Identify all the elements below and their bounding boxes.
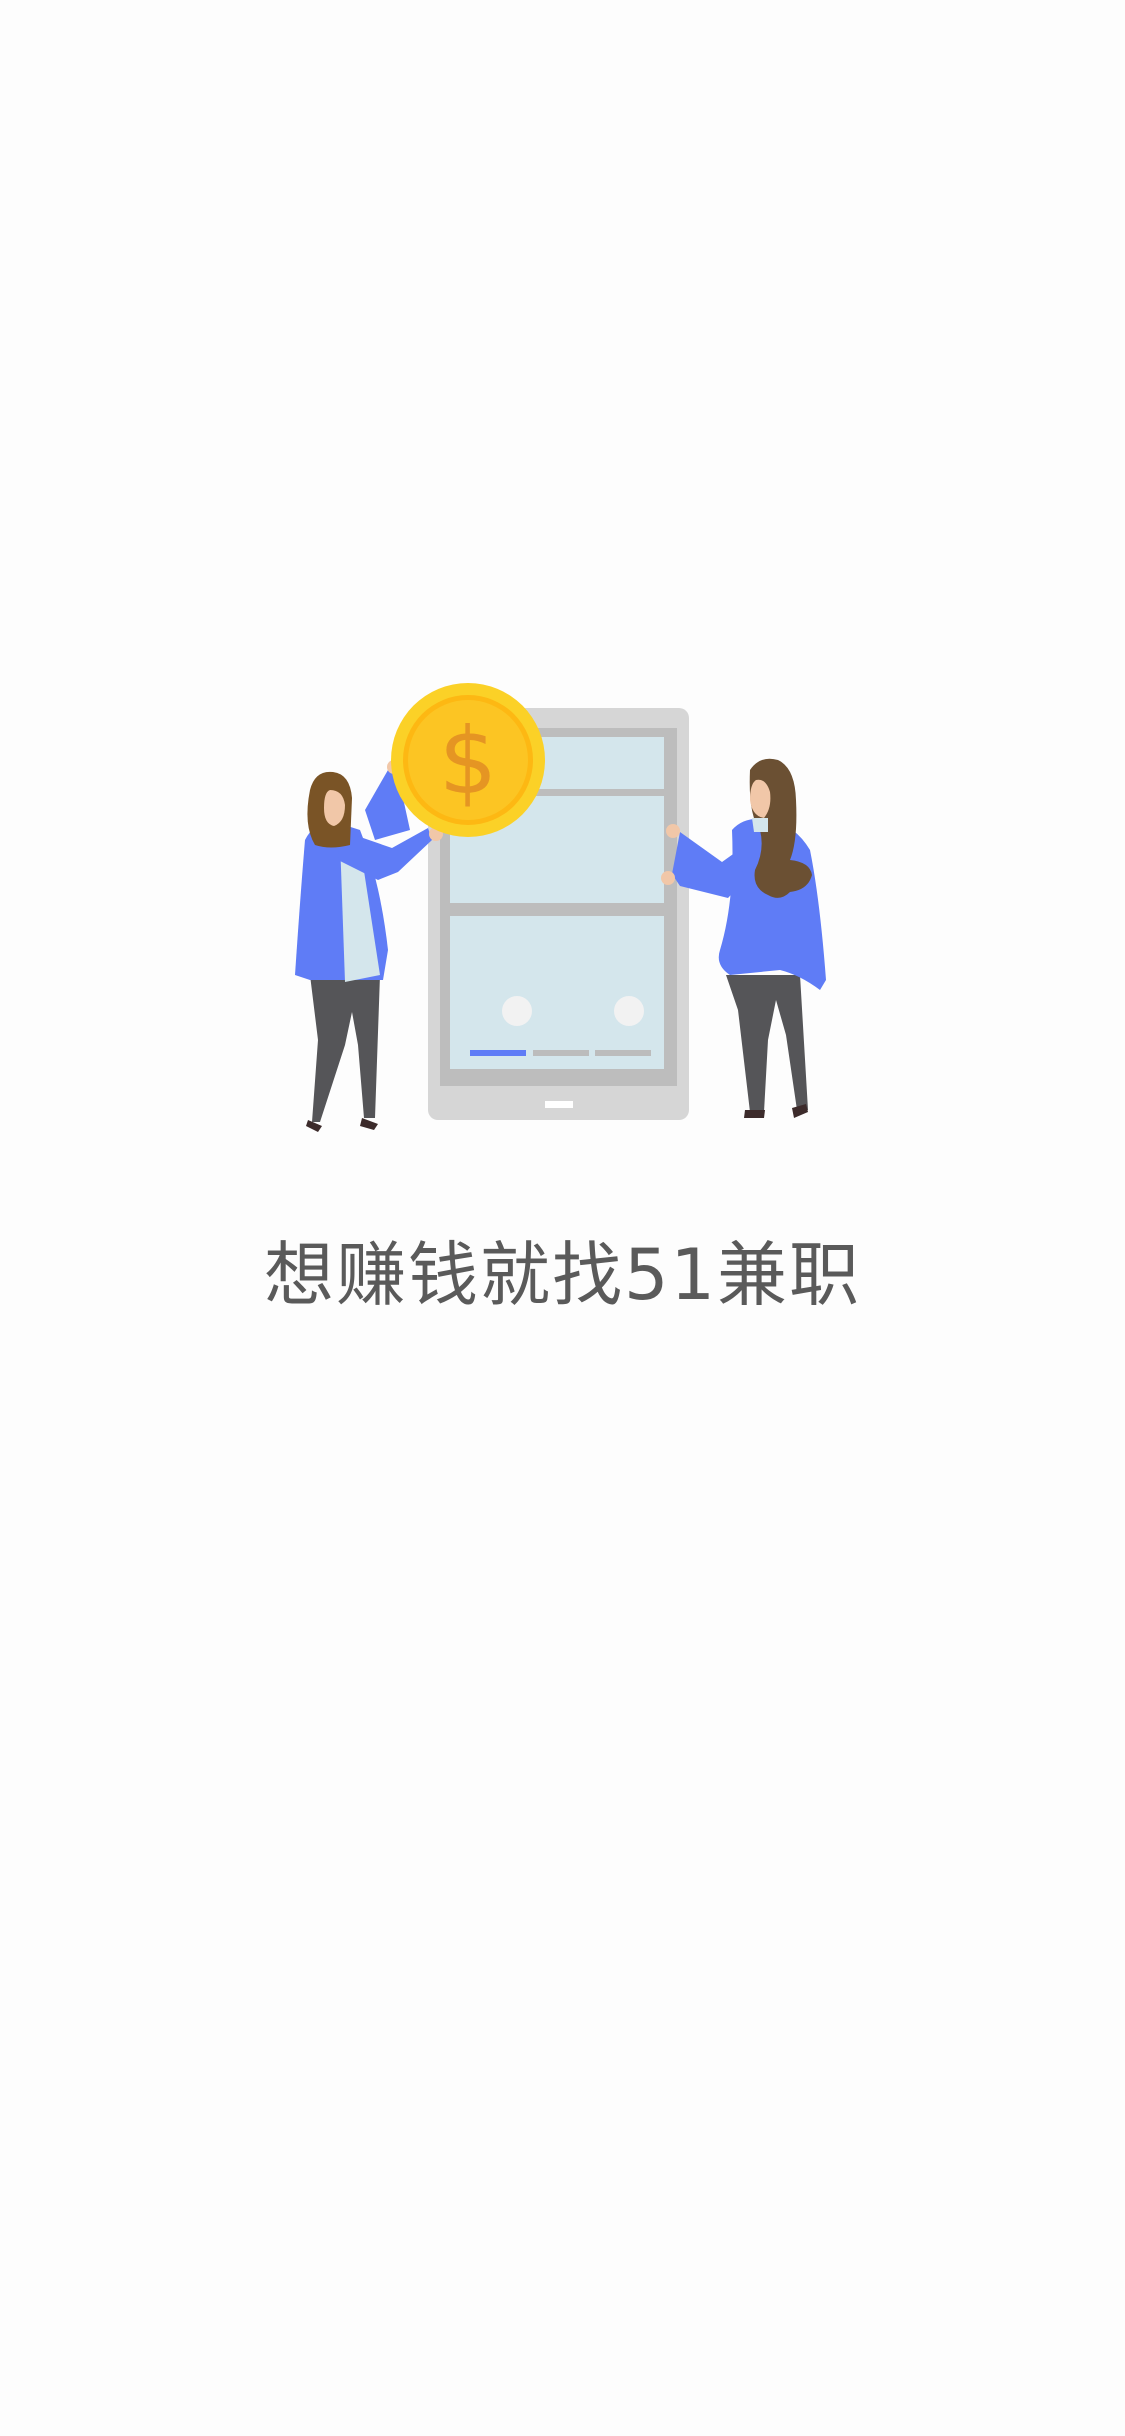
slogan-text: 想赚钱就找51兼职 <box>263 1234 862 1316</box>
coin-symbol: $ <box>439 708 498 815</box>
coin-illustration: $ <box>391 683 545 837</box>
splash-screen: $ 想赚钱就找51兼职 <box>0 0 1125 2436</box>
promo-illustration: $ <box>295 683 826 1132</box>
